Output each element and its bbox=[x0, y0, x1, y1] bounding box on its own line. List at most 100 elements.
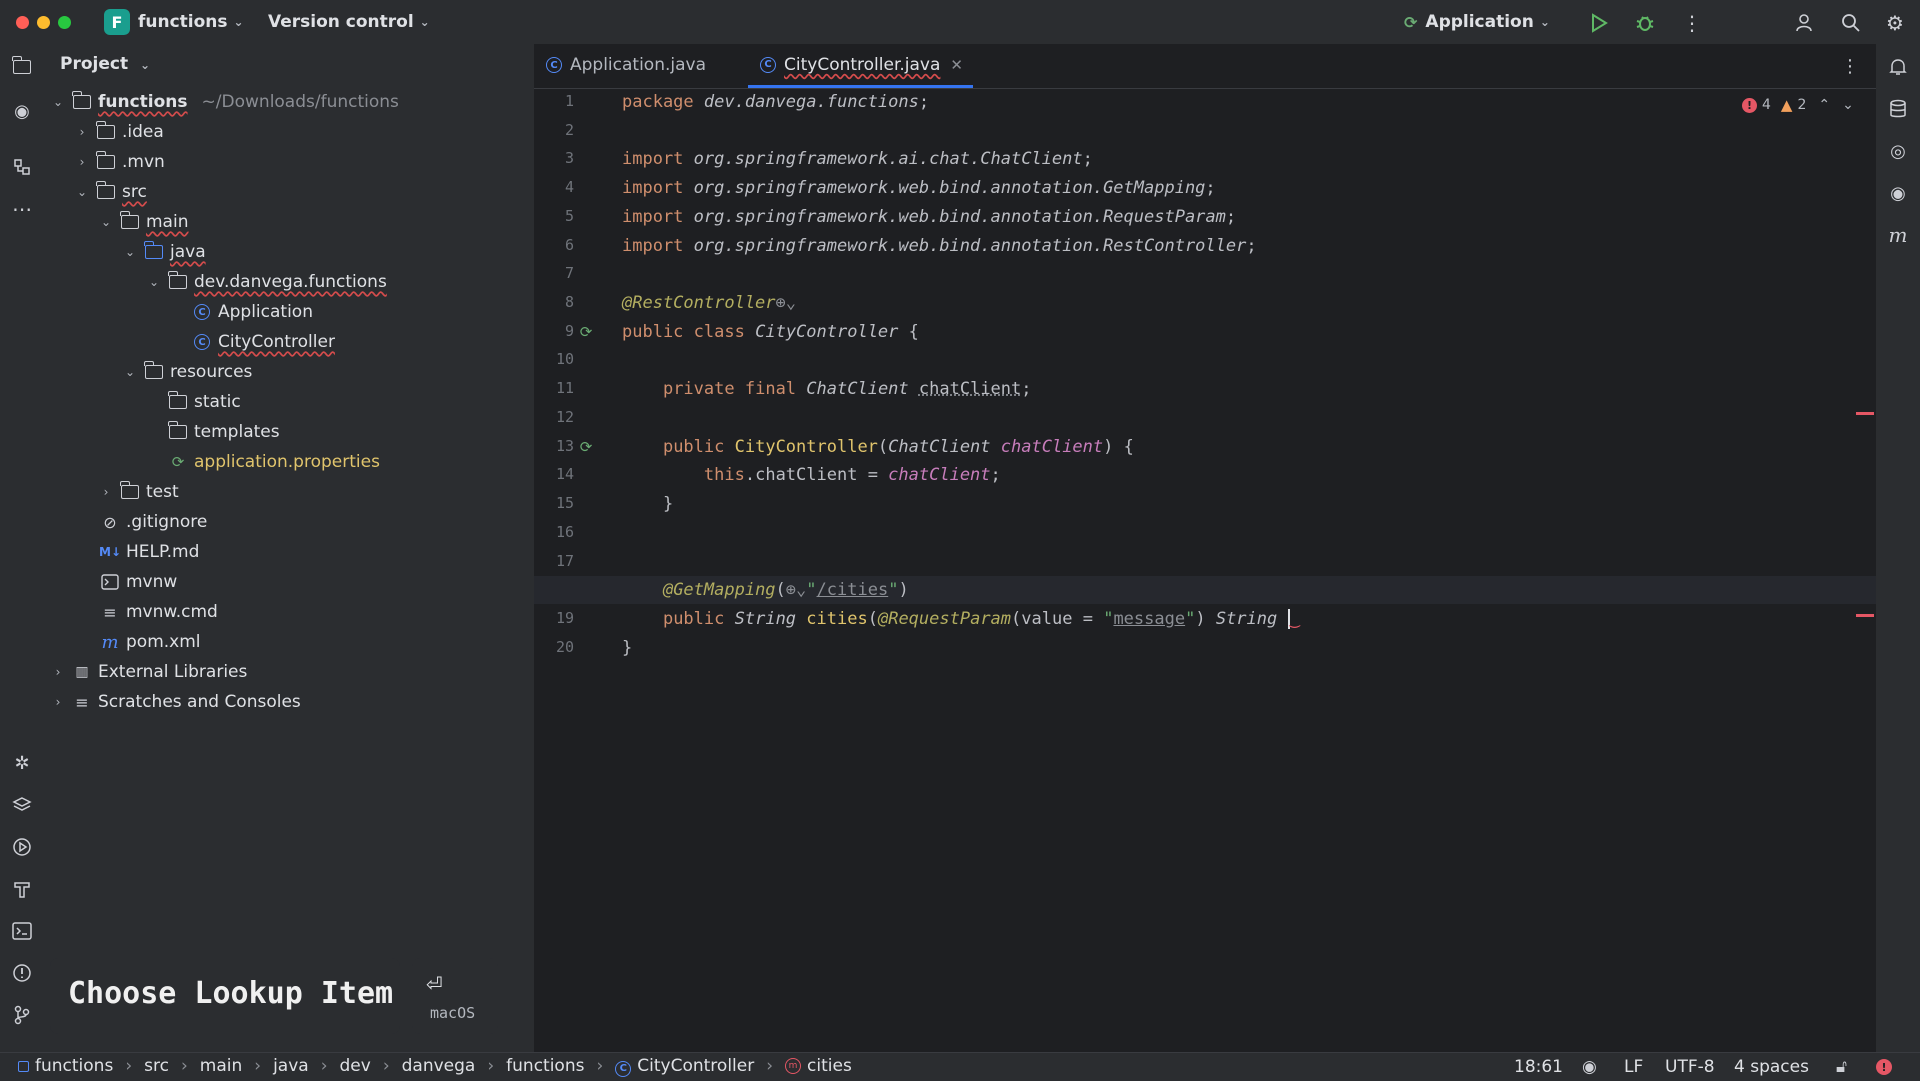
more-actions-icon[interactable]: ⋮ bbox=[1680, 10, 1704, 36]
tree-item-resources[interactable]: ⌄ resources bbox=[122, 358, 252, 386]
tree-item-templates[interactable]: templates bbox=[168, 418, 280, 446]
chevron-right-icon[interactable]: › bbox=[50, 665, 66, 679]
chevron-right-icon[interactable]: › bbox=[50, 695, 66, 709]
project-switcher[interactable]: F functions ⌄ bbox=[104, 10, 244, 34]
code-line-5[interactable]: import org.springframework.web.bind.anno… bbox=[622, 207, 1236, 227]
layers-icon[interactable] bbox=[9, 792, 35, 818]
chevron-right-icon[interactable]: › bbox=[74, 155, 90, 169]
previous-highlight-icon[interactable]: ⌃ bbox=[1818, 97, 1830, 113]
breadcrumb-item[interactable]: CityController bbox=[637, 1056, 754, 1076]
tree-item-java[interactable]: ⌄ java bbox=[122, 238, 206, 266]
tree-item-external-libraries[interactable]: › ▥ External Libraries bbox=[50, 658, 247, 686]
file-encoding[interactable]: UTF-8 bbox=[1665, 1057, 1715, 1077]
minimize-window-button[interactable] bbox=[37, 16, 50, 29]
spring-bean-icon[interactable]: ⟳ bbox=[576, 322, 596, 342]
code-line-18[interactable]: public String cities(@RequestParam(value… bbox=[622, 609, 1300, 629]
tab-citycontroller-java[interactable]: C CityController.java ✕ bbox=[748, 44, 973, 88]
build-icon[interactable] bbox=[9, 876, 35, 902]
tab-application-java[interactable]: C Application.java bbox=[544, 44, 706, 86]
breadcrumb-item[interactable]: functions bbox=[35, 1056, 113, 1076]
breadcrumb-item[interactable]: cities bbox=[807, 1056, 852, 1076]
more-tools-icon[interactable]: ⋯ bbox=[9, 196, 35, 222]
problems-icon[interactable] bbox=[9, 960, 35, 986]
code-line-13[interactable]: public CityController(ChatClient chatCli… bbox=[622, 437, 1134, 457]
tree-item-application-properties[interactable]: ⟳ application.properties bbox=[168, 448, 380, 476]
error-stripe-marker[interactable] bbox=[1856, 614, 1874, 617]
notifications-icon[interactable] bbox=[1885, 54, 1911, 80]
copilot-chat-icon[interactable]: ◉ bbox=[1885, 180, 1911, 206]
tree-item-test[interactable]: › test bbox=[98, 478, 179, 506]
maven-icon[interactable]: m bbox=[1885, 222, 1911, 248]
project-view-selector[interactable]: Project ⌄ bbox=[60, 54, 150, 74]
close-window-button[interactable] bbox=[16, 16, 29, 29]
chevron-right-icon[interactable]: › bbox=[98, 485, 114, 499]
git-branch-icon[interactable] bbox=[9, 1002, 35, 1028]
breadcrumb-item[interactable]: danvega bbox=[402, 1056, 476, 1076]
inspections-widget[interactable]: ! 4 ▲ 2 ⌃ ⌄ bbox=[1742, 96, 1854, 114]
code-line-11[interactable]: private final ChatClient chatClient; bbox=[622, 379, 1032, 399]
terminal-icon[interactable] bbox=[9, 918, 35, 944]
next-highlight-icon[interactable]: ⌄ bbox=[1842, 97, 1854, 113]
close-tab-icon[interactable]: ✕ bbox=[950, 56, 963, 74]
tree-item-mvnw-cmd[interactable]: ≡ mvnw.cmd bbox=[100, 598, 218, 626]
line-separator[interactable]: LF bbox=[1624, 1057, 1643, 1077]
chevron-down-icon[interactable]: ⌄ bbox=[146, 275, 162, 289]
gear-icon[interactable]: ⚙ bbox=[1882, 10, 1908, 36]
code-line-19[interactable]: } bbox=[622, 638, 632, 658]
search-icon[interactable] bbox=[1838, 10, 1864, 36]
code-line-15[interactable]: } bbox=[622, 494, 673, 514]
chevron-right-icon[interactable]: › bbox=[74, 125, 90, 139]
globe-icon[interactable]: ⊕⌄ bbox=[776, 293, 796, 313]
breadcrumb-item[interactable]: functions bbox=[506, 1056, 584, 1076]
folder-icon[interactable] bbox=[9, 54, 35, 80]
run-tool-icon[interactable] bbox=[9, 834, 35, 860]
error-stripe-marker[interactable] bbox=[1856, 412, 1874, 415]
code-line-14[interactable]: this.chatClient = chatClient; bbox=[622, 465, 1001, 485]
tree-item-main[interactable]: ⌄ main bbox=[98, 208, 188, 236]
chevron-down-icon[interactable]: ⌄ bbox=[122, 365, 138, 379]
tree-item-idea[interactable]: › .idea bbox=[74, 118, 164, 146]
breadcrumb-item[interactable]: main bbox=[200, 1056, 242, 1076]
breadcrumb-item[interactable]: src bbox=[144, 1056, 169, 1076]
tree-item-mvnw[interactable]: mvnw bbox=[100, 568, 177, 596]
tree-item-scratches[interactable]: › ≡ Scratches and Consoles bbox=[50, 688, 301, 716]
code-line-1[interactable]: package dev.danvega.functions; bbox=[622, 92, 929, 112]
debug-icon[interactable] bbox=[1632, 10, 1658, 36]
copilot-status-icon[interactable]: ◉ bbox=[1582, 1057, 1597, 1077]
globe-icon[interactable]: ⊕⌄ bbox=[786, 580, 806, 600]
code-line-8[interactable]: @RestController⊕⌄ bbox=[622, 293, 796, 313]
tree-item-help-md[interactable]: M↓ HELP.md bbox=[100, 538, 199, 566]
structure-icon[interactable] bbox=[9, 154, 35, 180]
chevron-down-icon[interactable]: ⌄ bbox=[50, 95, 66, 109]
run-configuration-selector[interactable]: ⟳ Application ⌄ bbox=[1404, 10, 1550, 34]
tree-item-pom-xml[interactable]: m pom.xml bbox=[100, 628, 201, 656]
chevron-down-icon[interactable]: ⌄ bbox=[98, 215, 114, 229]
tree-item-application[interactable]: C Application bbox=[192, 298, 313, 326]
code-line-4[interactable]: import org.springframework.web.bind.anno… bbox=[622, 178, 1216, 198]
add-user-icon[interactable] bbox=[1792, 10, 1818, 36]
code-line-9[interactable]: public class CityController { bbox=[622, 322, 919, 342]
tree-item-static[interactable]: static bbox=[168, 388, 241, 416]
tree-item-mvn[interactable]: › .mvn bbox=[74, 148, 165, 176]
tree-item-src[interactable]: ⌄ src bbox=[74, 178, 147, 206]
tree-item-gitignore[interactable]: ⊘ .gitignore bbox=[100, 508, 207, 536]
services-icon[interactable]: ✲ bbox=[9, 750, 35, 776]
database-icon[interactable] bbox=[1885, 96, 1911, 122]
vcs-widget[interactable]: Version control ⌄ bbox=[268, 10, 430, 34]
spring-bean-icon[interactable]: ⟳ bbox=[576, 437, 596, 457]
breadcrumb-item[interactable]: dev bbox=[340, 1056, 371, 1076]
ai-assistant-icon[interactable]: ◎ bbox=[1885, 138, 1911, 164]
tree-item-package[interactable]: ⌄ dev.danvega.functions bbox=[146, 268, 387, 296]
lock-icon[interactable]: 🔓︎ bbox=[1836, 1057, 1847, 1077]
code-line-6[interactable]: import org.springframework.web.bind.anno… bbox=[622, 236, 1257, 256]
run-icon[interactable] bbox=[1586, 10, 1612, 36]
chevron-down-icon[interactable]: ⌄ bbox=[74, 185, 90, 199]
tree-item-citycontroller[interactable]: C CityController bbox=[192, 328, 335, 356]
indent-setting[interactable]: 4 spaces bbox=[1734, 1057, 1809, 1077]
tab-options-icon[interactable]: ⋮ bbox=[1838, 54, 1862, 78]
breadcrumb-item[interactable]: java bbox=[273, 1056, 309, 1076]
endpoint-path[interactable]: /cities bbox=[817, 580, 889, 600]
error-indicator-icon[interactable]: ! bbox=[1876, 1059, 1892, 1075]
chevron-down-icon[interactable]: ⌄ bbox=[122, 245, 138, 259]
code-line-3[interactable]: import org.springframework.ai.chat.ChatC… bbox=[622, 149, 1093, 169]
